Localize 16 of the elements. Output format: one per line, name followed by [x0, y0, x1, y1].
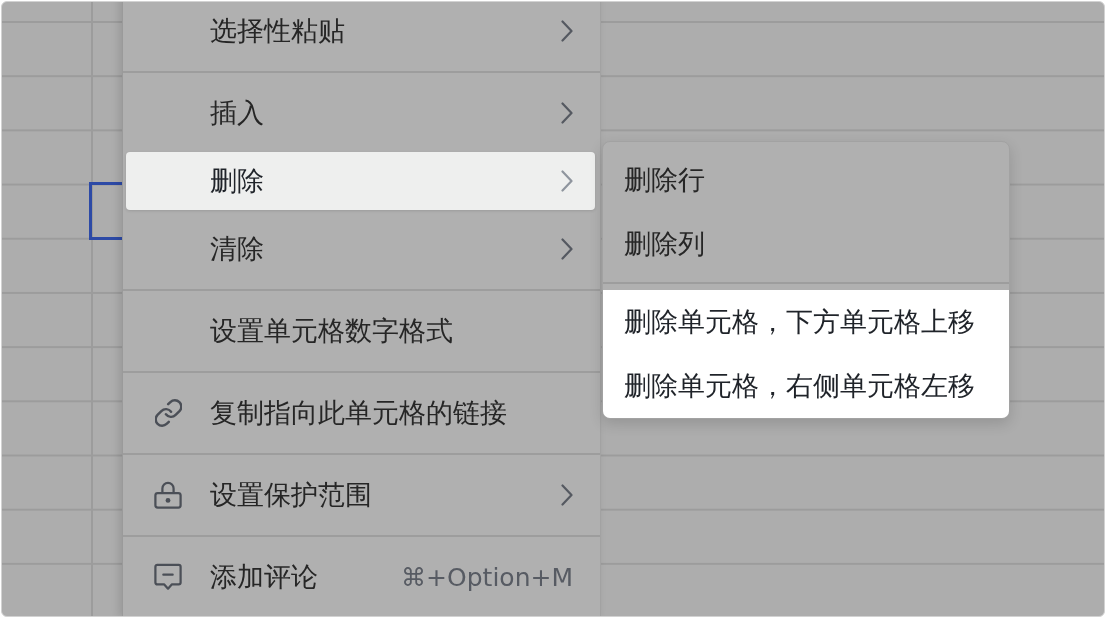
- shortcut-hint: ⌘+Option+M: [401, 562, 573, 592]
- lock-icon: [154, 480, 182, 510]
- menu-item[interactable]: 复制指向此单元格的链接: [126, 384, 595, 442]
- menu-item[interactable]: 选择性粘贴: [126, 2, 595, 60]
- menu-item[interactable]: 设置保护范围: [126, 466, 595, 524]
- comment-icon: [154, 562, 182, 592]
- menu-item[interactable]: 删除: [126, 152, 595, 210]
- menu-item[interactable]: 添加评论 ⌘+Option+M: [126, 548, 595, 606]
- link-icon: [154, 399, 182, 427]
- menu-item[interactable]: 清除: [126, 220, 595, 278]
- submenu-item[interactable]: 删除列: [603, 212, 1009, 276]
- menu-item[interactable]: 插入: [126, 84, 595, 142]
- submenu-item[interactable]: 删除行: [603, 148, 1009, 212]
- menu-item[interactable]: 设置单元格数字格式: [126, 302, 595, 360]
- submenu-item[interactable]: 删除单元格，下方单元格上移: [603, 290, 1009, 354]
- submenu-item[interactable]: 删除单元格，右侧单元格左移: [603, 354, 1009, 418]
